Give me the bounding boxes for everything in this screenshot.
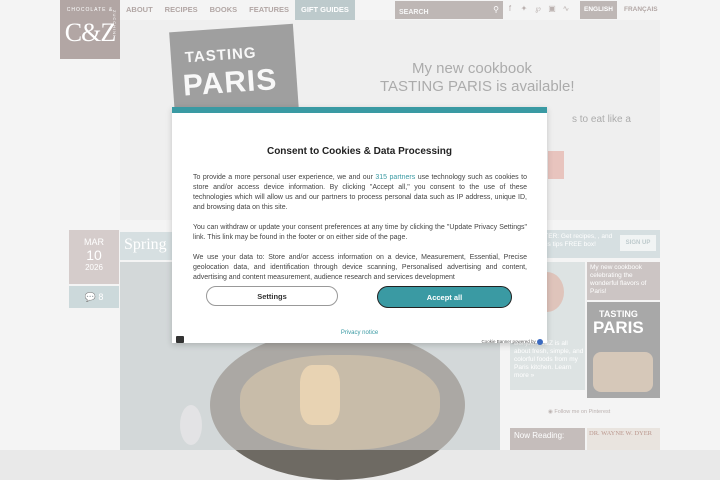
- settings-button[interactable]: Settings: [206, 286, 338, 306]
- cookie-settings-icon[interactable]: [176, 336, 184, 343]
- powered-by: Cookie Banner powered by: [481, 339, 543, 345]
- consent-title: Consent to Cookies & Data Processing: [266, 146, 453, 157]
- consent-body: To provide a more personal user experien…: [193, 173, 527, 293]
- consent-paragraph-3: We use your data to: Store and/or access…: [193, 254, 527, 281]
- cookie-banner-brand-icon: [537, 339, 543, 345]
- consent-dialog: Consent to Cookies & Data Processing To …: [172, 107, 547, 345]
- consent-paragraph-2: You can withdraw or update your consent …: [193, 224, 527, 241]
- consent-paragraph-1: To provide a more personal user experien…: [193, 173, 527, 213]
- accept-all-button[interactable]: Accept all: [377, 286, 512, 308]
- consent-p1-before: To provide a more personal user experien…: [193, 174, 376, 181]
- privacy-notice-link[interactable]: Privacy notice: [172, 330, 547, 336]
- powered-by-text: Cookie Banner powered by: [481, 339, 536, 345]
- partners-link[interactable]: 315 partners: [375, 174, 415, 181]
